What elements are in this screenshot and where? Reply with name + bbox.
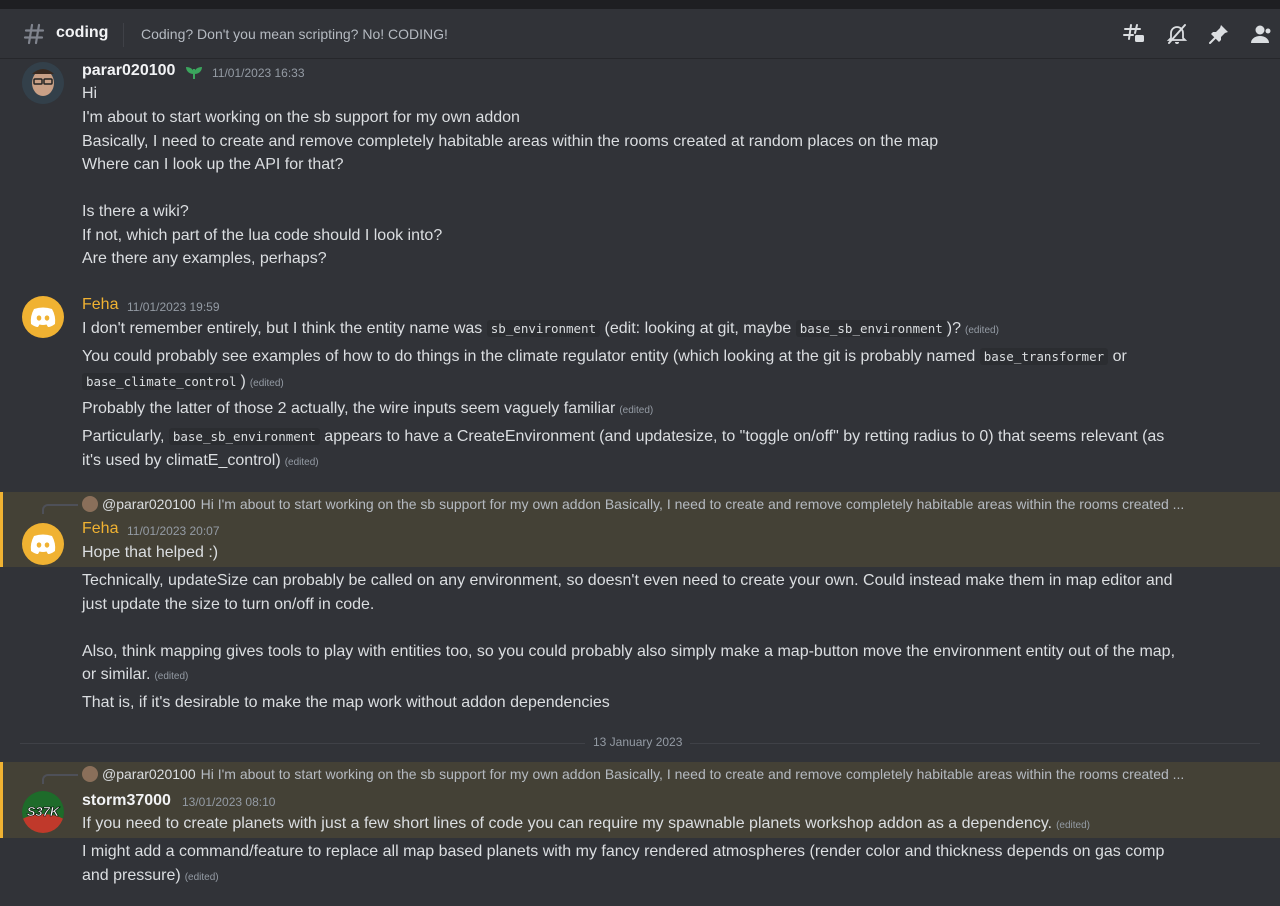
reply-avatar: [82, 496, 98, 512]
window-top-strip: [0, 0, 1280, 9]
edited-label: (edited): [154, 671, 189, 682]
text-segment: ): [240, 373, 246, 390]
message-line: Probably the latter of those 2 actually,…: [82, 400, 653, 418]
avatar[interactable]: S37K: [22, 791, 64, 833]
message-line: If you need to create planets with just …: [82, 815, 1090, 833]
member-list-icon[interactable]: [1249, 22, 1273, 46]
message-line: or similar. (edited): [82, 666, 188, 684]
author-name[interactable]: Feha: [82, 296, 118, 314]
timestamp: 11/01/2023 16:33: [212, 66, 305, 80]
s37k-avatar-icon: S37K: [22, 791, 64, 833]
message-parar020100: parar020100 11/01/2023 16:33 Hi I'm abou…: [0, 60, 1280, 285]
text-segment: Particularly,: [82, 428, 165, 445]
message-line: Where can I look up the API for that?: [82, 156, 344, 173]
threads-icon[interactable]: [1122, 22, 1146, 46]
edited-label: (edited): [284, 457, 319, 468]
header-divider: [123, 23, 124, 47]
text-segment: appears to have a CreateEnvironment (and…: [324, 428, 1165, 445]
text-segment: )?: [946, 320, 961, 337]
timestamp: 13/01/2023 08:10: [182, 795, 276, 809]
reply-connector: [42, 504, 78, 514]
reply-text: Hi I'm about to start working on the sb …: [200, 766, 1185, 782]
channel-hash-icon: [23, 23, 45, 45]
message-line: base_climate_control) (edited): [82, 373, 284, 391]
reply-preview[interactable]: @parar020100 Hi I'm about to start worki…: [82, 496, 1184, 512]
channel-topic[interactable]: Coding? Don't you mean scripting? No! CO…: [141, 26, 448, 42]
notification-bell-muted-icon[interactable]: [1165, 22, 1189, 46]
message-line: Also, think mapping gives tools to play …: [82, 643, 1176, 660]
reply-text: Hi I'm about to start working on the sb …: [200, 496, 1185, 512]
edited-label: (edited): [965, 325, 999, 336]
reply-connector: [42, 774, 78, 784]
message-line: Technically, updateSize can probably be …: [82, 572, 1173, 589]
inline-code: base_climate_control: [82, 373, 241, 390]
text-segment: Probably the latter of those 2 actually,…: [82, 400, 616, 417]
reply-preview[interactable]: @parar020100 Hi I'm about to start worki…: [82, 766, 1184, 782]
timestamp: 11/01/2023 19:59: [127, 300, 220, 314]
inline-code: sb_environment: [486, 320, 601, 337]
reply-author[interactable]: @parar020100: [102, 496, 196, 512]
message-feha-reply: @parar020100 Hi I'm about to start worki…: [0, 492, 1280, 722]
inline-code: base_sb_environment: [168, 428, 320, 445]
author-name[interactable]: storm37000: [82, 792, 171, 810]
user-photo-icon: [22, 62, 64, 104]
message-line: it's used by climatE_control) (edited): [82, 452, 319, 470]
text-segment: it's used by climatE_control): [82, 452, 281, 469]
message-line: I'm about to start working on the sb sup…: [82, 109, 520, 126]
message-line: just update the size to turn on/off in c…: [82, 596, 375, 613]
message-line: Particularly, base_sb_environment appear…: [82, 428, 1164, 446]
text-segment: (edit: looking at git, maybe: [604, 320, 792, 337]
inline-code: base_sb_environment: [795, 320, 947, 337]
author-name[interactable]: parar020100: [82, 62, 175, 80]
message-line: That is, if it's desirable to make the m…: [82, 694, 610, 711]
message-line: If not, which part of the lua code shoul…: [82, 227, 443, 244]
message-line: You could probably see examples of how t…: [82, 348, 1127, 366]
avatar[interactable]: [22, 523, 64, 565]
message-line: I might add a command/feature to replace…: [82, 843, 1165, 860]
edited-label: (edited): [619, 405, 654, 416]
discord-logo-icon: [30, 534, 56, 554]
text-segment: I don't remember entirely, but I think t…: [82, 320, 483, 337]
message-line: Are there any examples, perhaps?: [82, 250, 327, 267]
discord-logo-icon: [30, 307, 56, 327]
message-line: Basically, I need to create and remove c…: [82, 133, 939, 150]
avatar[interactable]: [22, 296, 64, 338]
edited-label: (edited): [249, 378, 284, 389]
message-line: Hope that helped :): [82, 544, 219, 561]
text-segment: or similar.: [82, 666, 151, 683]
channel-name[interactable]: coding: [56, 24, 108, 42]
inline-code: base_transformer: [979, 348, 1109, 365]
message-line: Is there a wiki?: [82, 203, 189, 220]
message-storm37000: @parar020100 Hi I'm about to start worki…: [0, 762, 1280, 892]
date-separator-label: 13 January 2023: [585, 735, 691, 749]
avatar[interactable]: [22, 62, 64, 104]
message-line: I don't remember entirely, but I think t…: [82, 320, 999, 338]
author-name[interactable]: Feha: [82, 520, 118, 538]
avatar-text: S37K: [27, 804, 61, 819]
text-segment: and pressure): [82, 867, 181, 884]
edited-label: (edited): [184, 872, 219, 883]
text-segment: You could probably see examples of how t…: [82, 348, 976, 365]
reply-avatar: [82, 766, 98, 782]
channel-header: coding Coding? Don't you mean scripting?…: [0, 9, 1280, 59]
message-line: Hi: [82, 85, 98, 102]
edited-label: (edited): [1056, 820, 1090, 831]
message-line: and pressure) (edited): [82, 867, 219, 885]
reply-author[interactable]: @parar020100: [102, 766, 196, 782]
leaf-badge-icon: [186, 67, 202, 80]
text-segment: or: [1112, 348, 1127, 365]
message-feha: Feha 11/01/2023 19:59 I don't remember e…: [0, 294, 1280, 484]
pin-icon[interactable]: [1207, 22, 1231, 46]
timestamp: 11/01/2023 20:07: [127, 524, 220, 538]
text-segment: If you need to create planets with just …: [82, 815, 1053, 832]
